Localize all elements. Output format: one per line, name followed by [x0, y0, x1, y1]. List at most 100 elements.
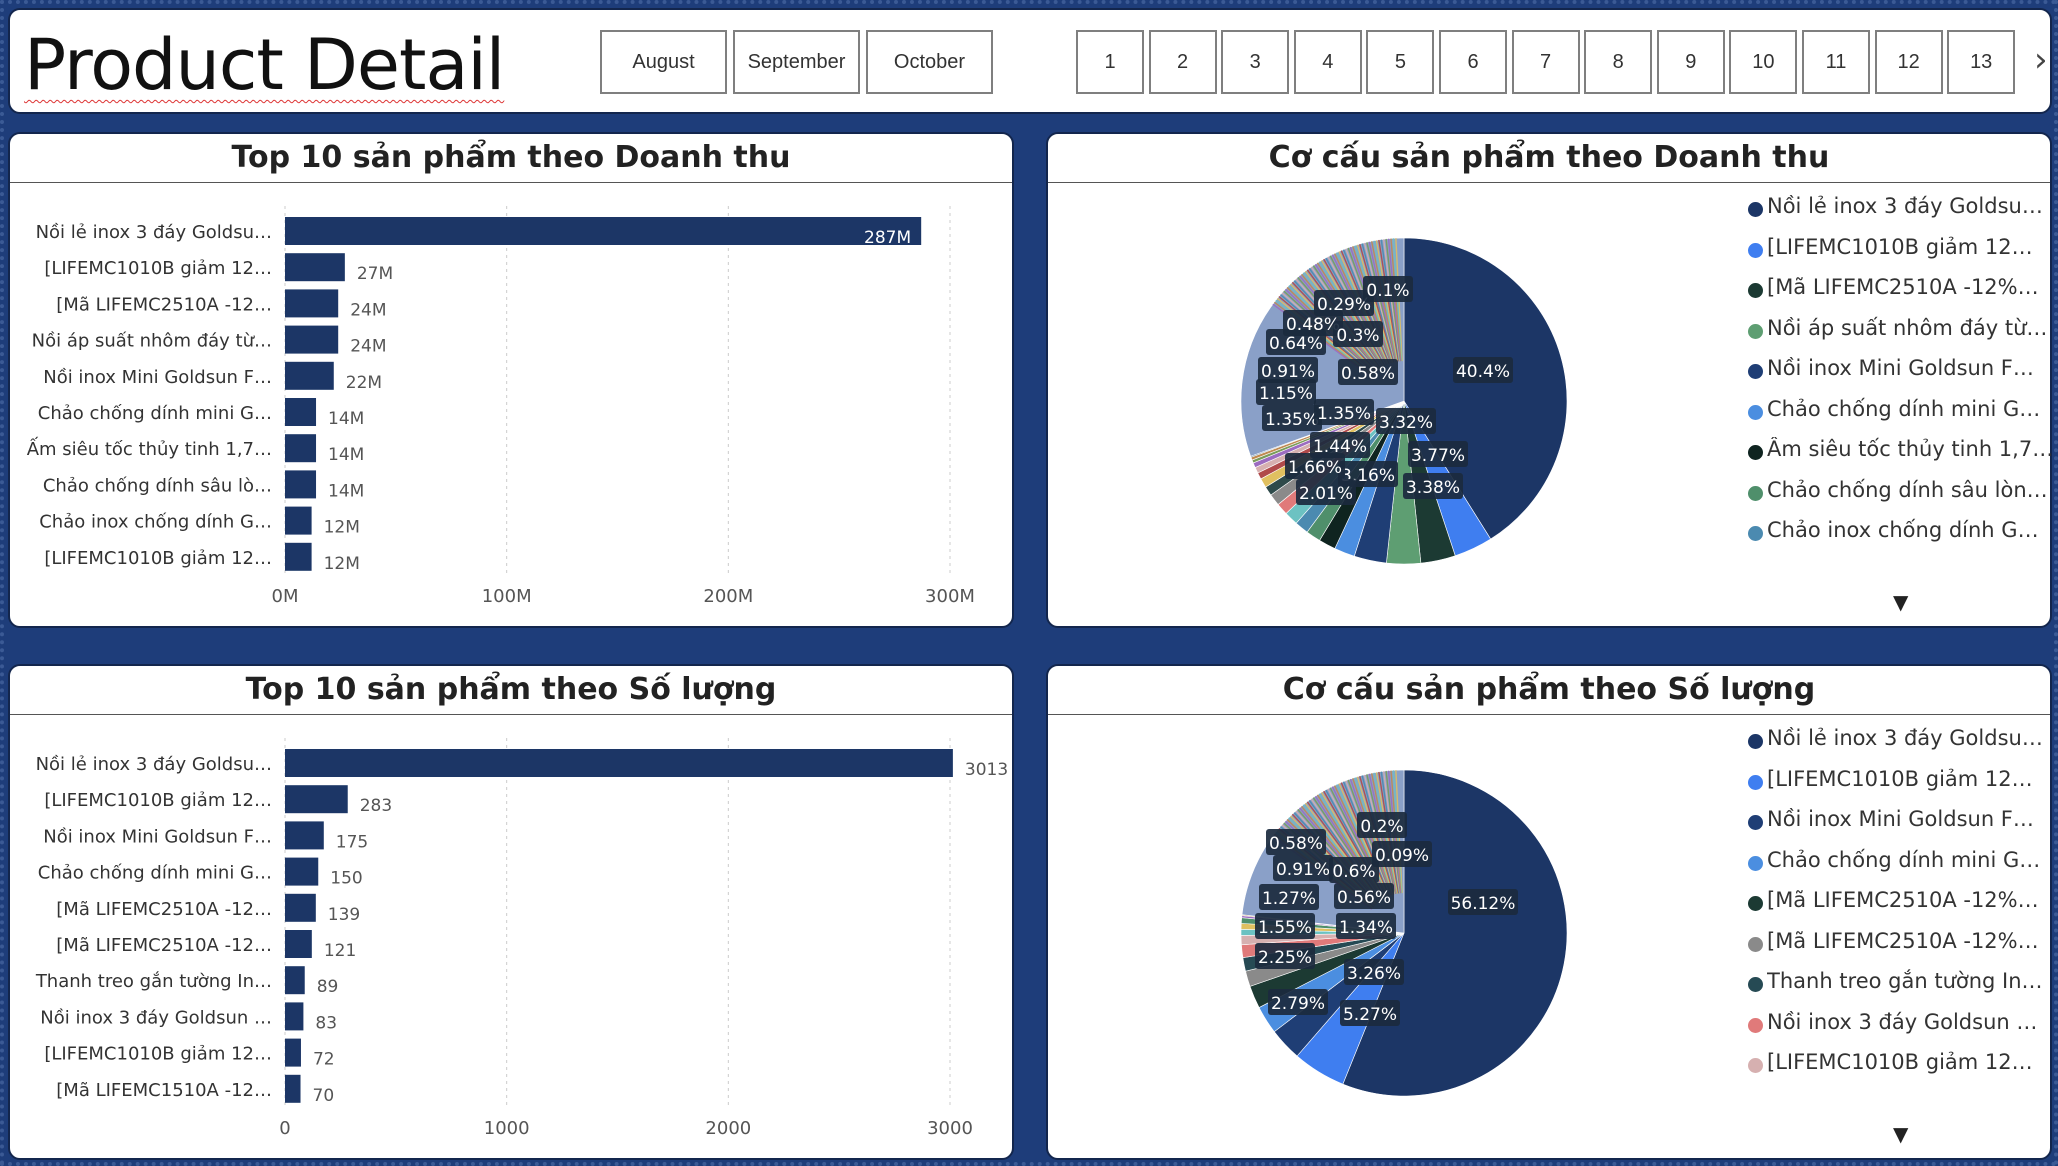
legend-label: Chảo inox chống dính G… [1767, 518, 2039, 542]
x-tick-label: 2000 [705, 1118, 751, 1139]
bar[interactable] [285, 217, 922, 245]
day-button-2[interactable]: 2 [1148, 30, 1217, 94]
bar[interactable] [285, 434, 317, 463]
legend-dot-icon [1748, 526, 1763, 541]
bar[interactable] [285, 398, 317, 426]
quantity-pie-panel: Cơ cấu sản phẩm theo Số lượng 56.12% 5.27… [1046, 664, 2052, 1160]
bar[interactable] [285, 966, 305, 995]
legend-dot-icon [1748, 896, 1763, 911]
legend-label: Nồi lẻ inox 3 đáy Goldsu… [1767, 194, 2043, 218]
legend-item[interactable]: Nồi inox Mini Goldsun F… [1748, 805, 2058, 846]
category-label: [Mã LIFEMC1510A -12… [56, 1080, 272, 1101]
bar[interactable] [285, 470, 317, 499]
bar[interactable] [285, 1002, 304, 1031]
bar[interactable] [285, 857, 319, 886]
day-button-9[interactable]: 9 [1656, 30, 1725, 94]
legend-item[interactable]: [Mã LIFEMC2510A -12%… [1748, 927, 2058, 968]
bar[interactable] [285, 893, 316, 922]
category-label: [LIFEMC1010B giảm 12… [44, 1044, 272, 1065]
chevron-right-icon[interactable]: › [2034, 40, 2048, 80]
bar[interactable] [285, 1074, 301, 1103]
legend-scroll-down-icon[interactable]: ▼ [1893, 590, 1908, 614]
legend-item[interactable]: Ấm siêu tốc thủy tinh 1,7… [1748, 435, 2058, 476]
data-label: 12M [324, 554, 360, 574]
data-label: 27M [357, 264, 393, 284]
category-label: Ấm siêu tốc thủy tinh 1,7… [27, 436, 272, 460]
category-label: [LIFEMC1010B giảm 12… [44, 790, 272, 811]
legend-dot-icon [1748, 936, 1763, 952]
day-button-10[interactable]: 10 [1729, 30, 1798, 94]
bar[interactable] [285, 289, 339, 318]
data-label: 0.3% [1336, 326, 1379, 346]
category-label: Chảo chống dính sâu lò… [43, 475, 272, 496]
data-label: 0.58% [1341, 364, 1395, 384]
category-label: Chảo chống dính mini G… [38, 403, 272, 424]
data-label: 121 [324, 941, 356, 961]
month-button-october[interactable]: October [866, 30, 993, 94]
legend-label: [Mã LIFEMC2510A -12%… [1767, 275, 2039, 299]
x-tick-label: 1000 [484, 1118, 530, 1139]
page-title: Product Detail [24, 24, 505, 106]
legend-dot-icon [1748, 283, 1763, 298]
legend-dot-icon [1748, 774, 1763, 790]
legend-item[interactable]: Chảo chống dính mini G… [1748, 846, 2058, 887]
day-button-1[interactable]: 1 [1076, 30, 1144, 94]
day-button-4[interactable]: 4 [1293, 30, 1362, 94]
legend-item[interactable]: [Mã LIFEMC2510A -12%… [1748, 273, 2058, 314]
day-button-12[interactable]: 12 [1874, 30, 1943, 94]
day-button-5[interactable]: 5 [1366, 30, 1435, 94]
legend-item[interactable]: Nồi lẻ inox 3 đáy Goldsu… [1748, 724, 2058, 765]
day-button-7[interactable]: 7 [1511, 30, 1580, 94]
day-button-11[interactable]: 11 [1802, 30, 1870, 94]
day-button-3[interactable]: 3 [1221, 30, 1290, 94]
legend-label: Nồi áp suất nhôm đáy từ… [1767, 315, 2048, 340]
category-label: [Mã LIFEMC2510A -12… [56, 935, 272, 956]
x-tick-label: 0 [279, 1118, 290, 1139]
bar[interactable] [285, 749, 953, 777]
legend-item[interactable]: Chảo chống dính sâu lòn… [1748, 476, 2058, 517]
legend-label: Thanh treo gắn tường In… [1767, 969, 2043, 993]
legend-dot-icon [1748, 202, 1763, 217]
data-label: 0.48% [1286, 315, 1340, 335]
day-button-6[interactable]: 6 [1439, 30, 1507, 94]
legend-item[interactable]: Chảo inox chống dính G… [1748, 516, 2058, 557]
legend-item[interactable]: Thanh treo gắn tường In… [1748, 967, 2058, 1008]
bar[interactable] [285, 785, 348, 814]
legend-item[interactable]: [LIFEMC1010B giảm 12… [1748, 765, 2058, 806]
legend-item[interactable]: [LIFEMC1010B giảm 12… [1748, 233, 2058, 274]
bar[interactable] [285, 542, 312, 571]
bar[interactable] [285, 821, 324, 850]
legend-item[interactable]: Nồi lẻ inox 3 đáy Goldsu… [1748, 192, 2058, 233]
data-label: 1.27% [1262, 889, 1316, 909]
legend-item[interactable]: [Mã LIFEMC2510A -12%… [1748, 886, 2058, 927]
category-label: Chảo chống dính mini G… [38, 863, 272, 884]
legend-item[interactable]: Nồi inox 3 đáy Goldsun … [1748, 1008, 2058, 1049]
bar[interactable] [285, 506, 312, 535]
data-label: 22M [346, 373, 382, 393]
data-label: 83 [315, 1013, 337, 1033]
day-button-8[interactable]: 8 [1584, 30, 1653, 94]
data-label: 3013 [965, 760, 1008, 780]
legend-label: [LIFEMC1010B giảm 12… [1767, 234, 2033, 259]
legend-label: Ấm siêu tốc thủy tinh 1,7… [1767, 437, 2054, 461]
legend-scroll-down-icon[interactable]: ▼ [1893, 1122, 1908, 1146]
data-label: 3.32% [1379, 413, 1433, 433]
pie-chart: 40.4%3.77%3.38%3.32%3.16%2.01%1.66%1.44%… [1240, 237, 1568, 565]
bar[interactable] [285, 930, 312, 958]
data-label: 1.15% [1259, 384, 1313, 404]
month-button-august[interactable]: August [600, 30, 727, 94]
month-button-september[interactable]: September [733, 30, 860, 94]
legend-item[interactable]: Chảo chống dính mini G… [1748, 395, 2058, 436]
bar[interactable] [285, 325, 339, 354]
pie-chart: 56.12% 5.27% 3.26% 2.79% 2.25% 1.55% 1.34% 1.27… [1240, 769, 1568, 1097]
legend-item[interactable]: Nồi áp suất nhôm đáy từ… [1748, 314, 2058, 355]
legend-item[interactable]: [LIFEMC1010B giảm 12… [1748, 1048, 2058, 1089]
legend-dot-icon [1748, 485, 1763, 501]
category-label: Nồi inox Mini Goldsun F… [43, 367, 272, 388]
bar[interactable] [285, 1038, 301, 1067]
day-button-13[interactable]: 13 [1947, 30, 2016, 94]
bar[interactable] [285, 253, 345, 282]
legend-label: Chảo chống dính mini G… [1767, 847, 2041, 872]
bar[interactable] [285, 361, 334, 390]
legend-item[interactable]: Nồi inox Mini Goldsun F… [1748, 354, 2058, 395]
